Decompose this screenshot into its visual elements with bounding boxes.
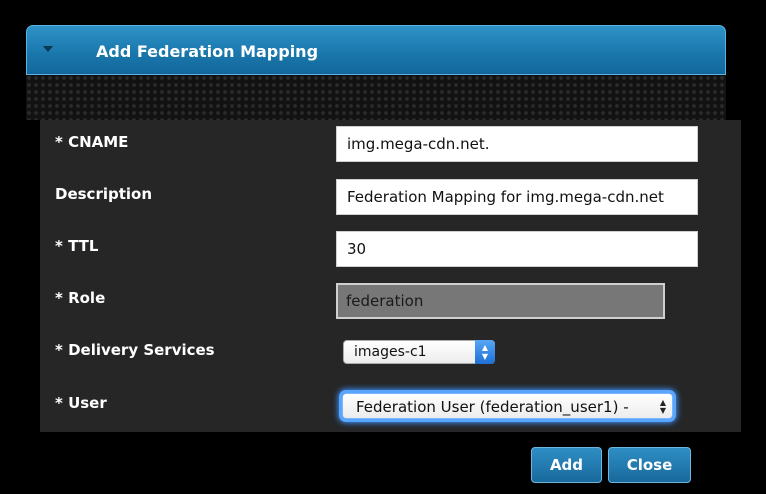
cname-input[interactable] [336, 126, 698, 162]
select-stepper-icon: ▲ ▼ [475, 340, 495, 364]
delivery-services-label: * Delivery Services [55, 341, 215, 359]
dialog-title: Add Federation Mapping [96, 42, 319, 61]
select-stepper-icon: ▲ ▼ [659, 398, 666, 415]
description-label: Description [55, 185, 153, 203]
description-input[interactable] [336, 179, 698, 215]
user-select[interactable]: Federation User (federation_user1) - ▲ ▼ [342, 393, 673, 419]
delivery-services-select[interactable]: images-c1 ▲ ▼ [343, 340, 495, 364]
caret-down-icon[interactable] [43, 46, 53, 52]
form-panel [40, 120, 741, 432]
dialog-header: Add Federation Mapping [26, 25, 726, 75]
delivery-services-selected: images-c1 [354, 344, 427, 360]
add-button[interactable]: Add [531, 447, 602, 483]
role-input [336, 283, 665, 319]
role-label: * Role [55, 289, 106, 307]
close-button[interactable]: Close [608, 447, 691, 483]
cname-label: * CNAME [55, 133, 129, 151]
user-label: * User [55, 394, 107, 412]
ttl-input[interactable] [336, 231, 698, 267]
ttl-label: * TTL [55, 237, 99, 255]
header-texture-band [26, 75, 726, 120]
user-selected: Federation User (federation_user1) - [356, 398, 629, 416]
